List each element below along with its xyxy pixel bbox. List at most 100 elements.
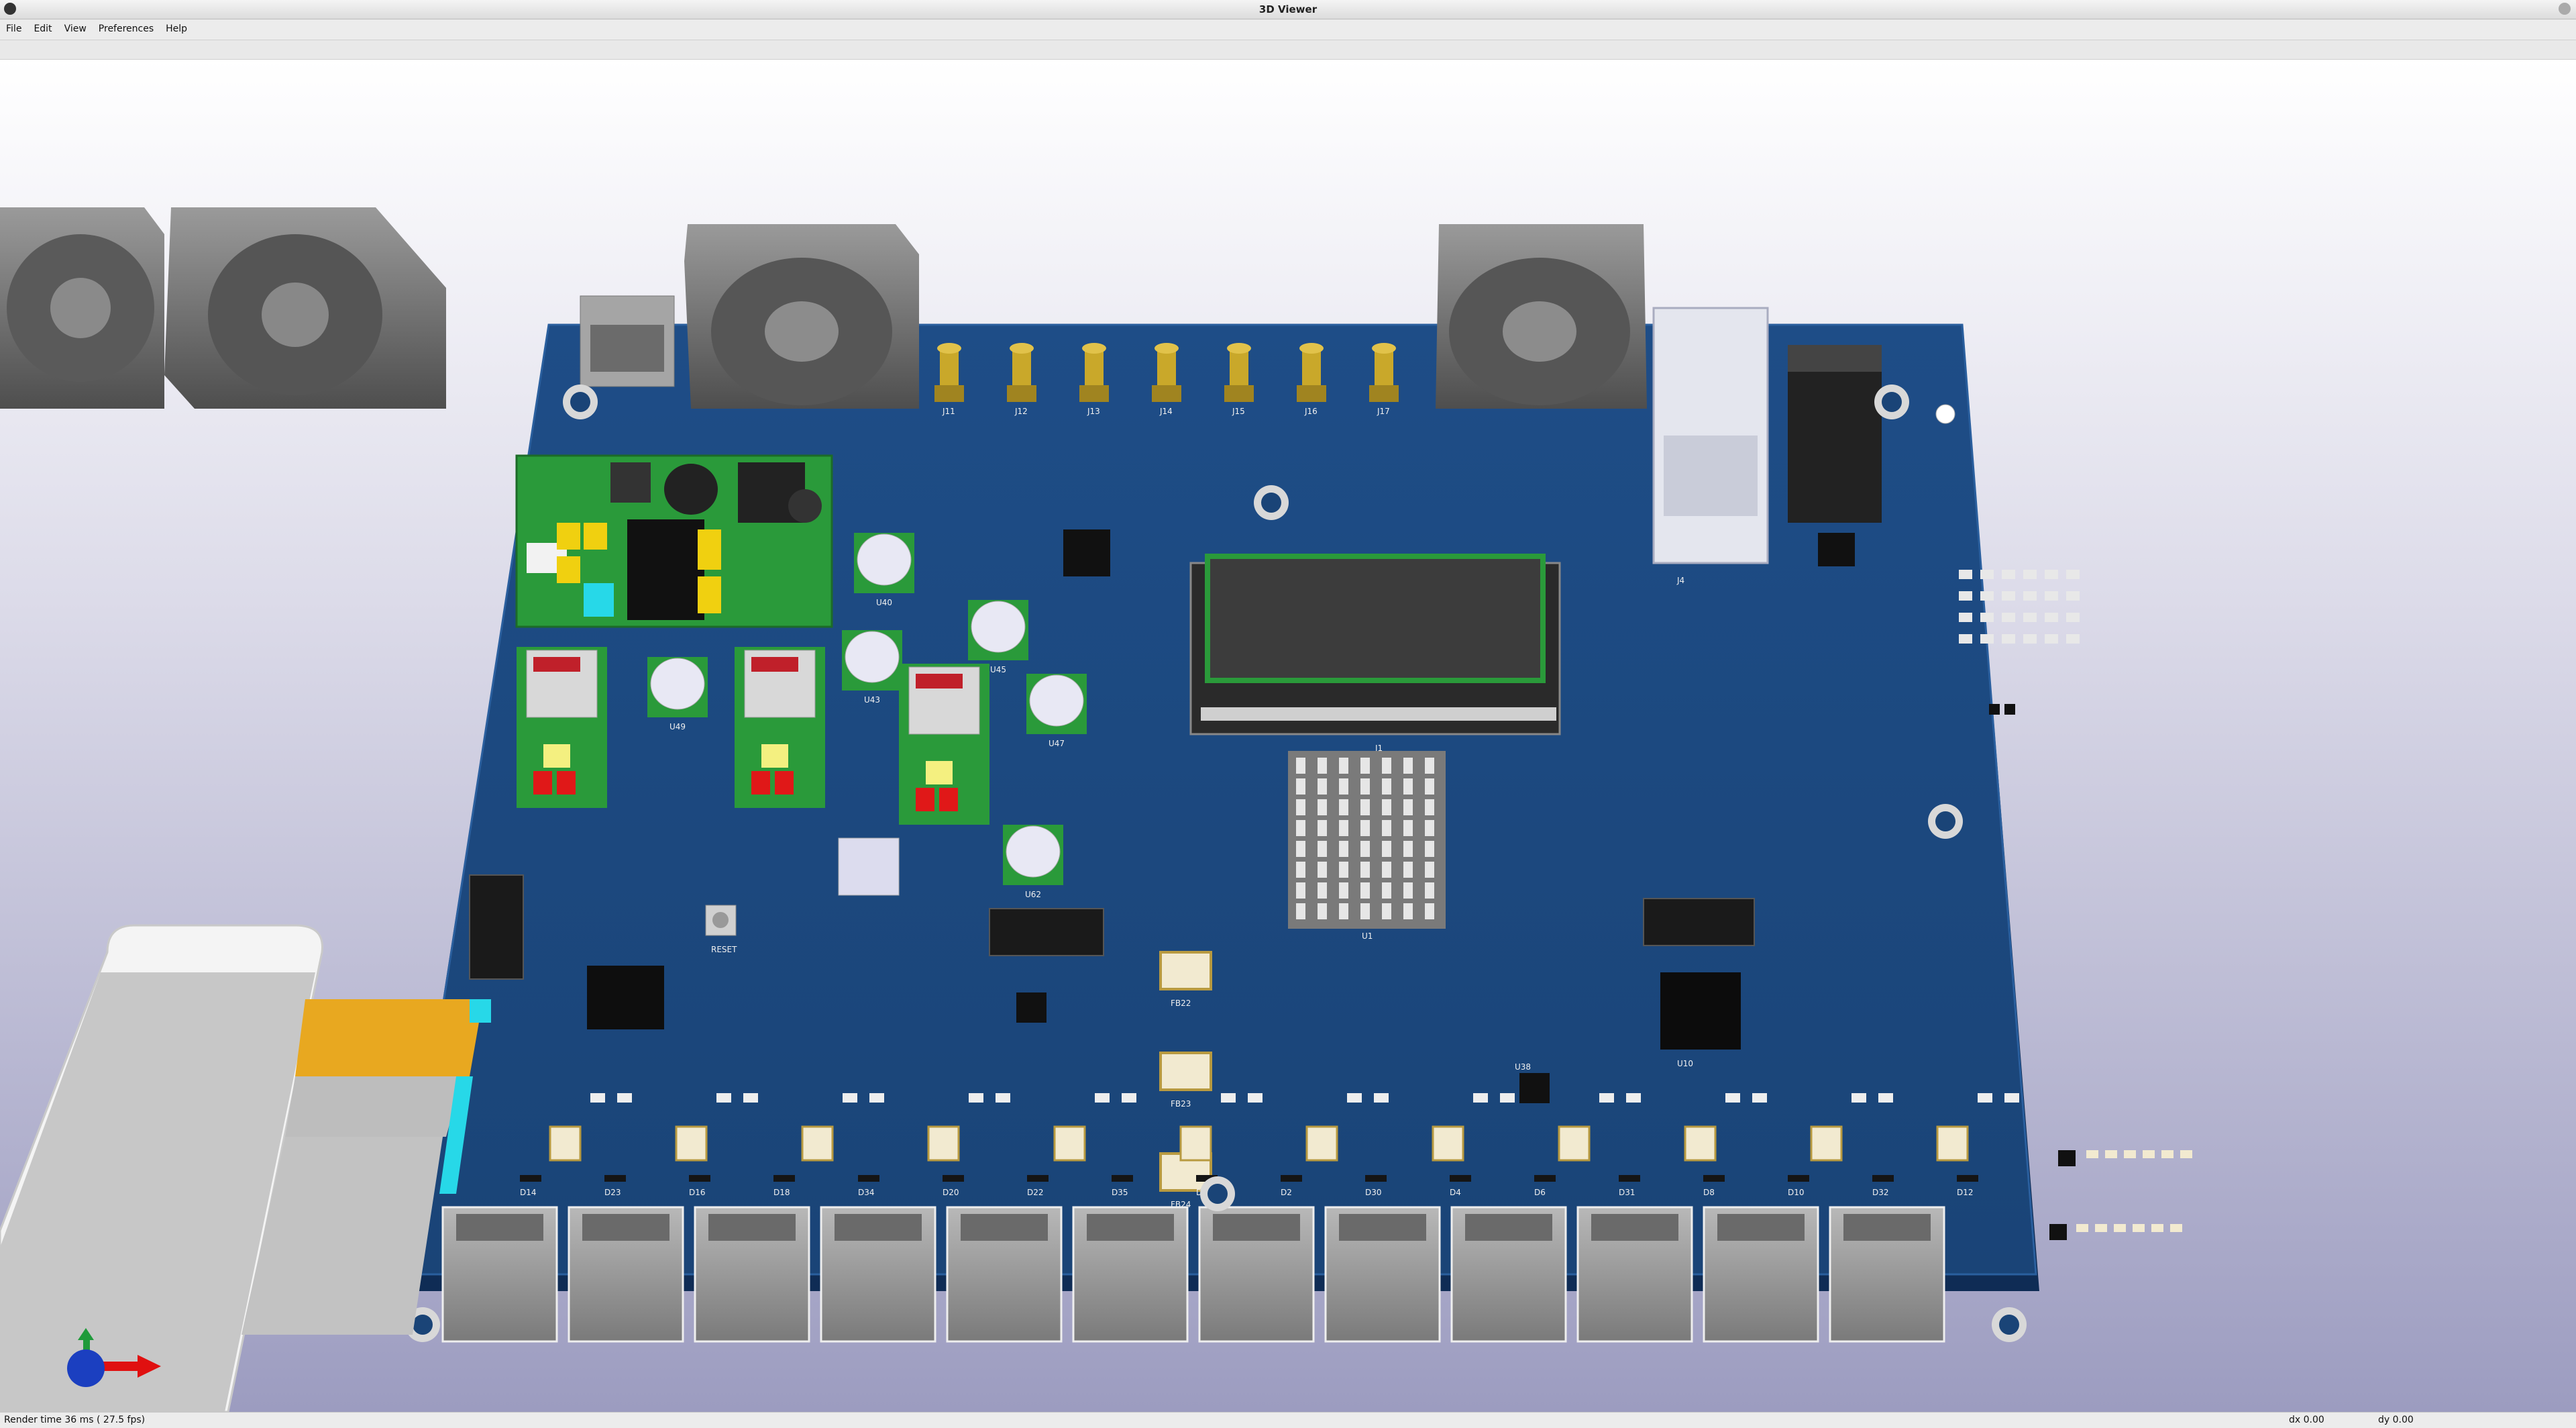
- power-module: [515, 454, 833, 628]
- sodimm-socket: J1: [1189, 554, 1561, 753]
- diode-label: D14: [520, 1188, 537, 1197]
- sma-label: J13: [1087, 407, 1100, 416]
- mounting-hole-center: [570, 392, 590, 412]
- sd-slot-opening: [1213, 1214, 1300, 1241]
- murata-logo-icon: [751, 657, 798, 672]
- diode-label: D10: [1788, 1188, 1805, 1197]
- smd-resistor: [1978, 1093, 1992, 1103]
- offboard-passive: [1959, 570, 1972, 579]
- offboard-passive: [2180, 1150, 2192, 1158]
- heatsink-fin: [1382, 799, 1391, 815]
- mounting-hole-center: [413, 1315, 433, 1335]
- reset-label: RESET: [711, 945, 737, 954]
- dy-readout: dy 0.00: [2378, 1415, 2414, 1425]
- regulator-label: U49: [669, 722, 686, 731]
- smd-resistor: [590, 1093, 605, 1103]
- menu-file[interactable]: File: [0, 19, 28, 40]
- offboard-passive: [1959, 613, 1972, 622]
- status-bar: Render time 36 ms ( 27.5 fps) dx 0.00 dy…: [0, 1412, 2576, 1428]
- menu-edit[interactable]: Edit: [28, 19, 58, 40]
- heatsink-fin: [1382, 903, 1391, 919]
- offboard-passive: [2133, 1224, 2145, 1232]
- smd-capacitor: [1305, 1125, 1338, 1162]
- heatsink-fin: [1360, 778, 1370, 795]
- offboard-passive: [2151, 1224, 2163, 1232]
- smd-capacitor: [1179, 1125, 1212, 1162]
- 3d-viewport[interactable]: J11 J12 J13 J14 J15 J16 J17 U40 U43 U45 U47 U49 U62…: [0, 60, 2576, 1412]
- sd-slot-opening: [708, 1214, 796, 1241]
- inductor-label: FB23: [1171, 1099, 1191, 1109]
- offboard-passive: [1980, 613, 1994, 622]
- offboard-passive: [2002, 634, 2015, 644]
- menu-preferences[interactable]: Preferences: [93, 19, 160, 40]
- dome-inductor: [1006, 825, 1061, 878]
- heatsink-fin: [1425, 841, 1434, 857]
- smd-capacitor: [549, 1125, 582, 1162]
- offboard-passive: [1959, 591, 1972, 601]
- heatsink-fin: [1403, 799, 1413, 815]
- offboard-passive: [2086, 1150, 2098, 1158]
- menu-view[interactable]: View: [58, 19, 93, 40]
- heatsink-fin: [1403, 841, 1413, 857]
- heatsink-fin: [1339, 820, 1348, 836]
- offboard-chip: [2049, 1224, 2067, 1240]
- smd-capacitor: [1432, 1125, 1464, 1162]
- sd-slot-opening: [456, 1214, 543, 1241]
- heatsink: U1: [1288, 751, 1446, 941]
- smd-resistor: [1122, 1093, 1136, 1103]
- murata-pad: [775, 771, 794, 795]
- heatsink-fin: [1318, 903, 1327, 919]
- smd-capacitor: [927, 1125, 960, 1162]
- diode-label: D20: [943, 1188, 959, 1197]
- close-window-icon[interactable]: [2559, 3, 2571, 15]
- window-title: 3D Viewer: [1258, 3, 1318, 15]
- sma-label: J12: [1014, 407, 1028, 416]
- murata-pad: [761, 744, 788, 768]
- heatsink-fin: [1403, 862, 1413, 878]
- offboard-passive: [2124, 1150, 2136, 1158]
- sd-slot-opening: [1843, 1214, 1931, 1241]
- heatsink-fin: [1360, 903, 1370, 919]
- sma-base: [934, 385, 964, 402]
- offboard-passive: [1980, 570, 1994, 579]
- mounting-hole-center: [1935, 811, 1955, 831]
- mounting-hole-center: [1882, 392, 1902, 412]
- heatsink-fin: [1360, 862, 1370, 878]
- fan-left-1: [0, 207, 164, 409]
- sma-cap: [1227, 343, 1251, 354]
- menu-help[interactable]: Help: [160, 19, 193, 40]
- heatsink-fin: [1296, 903, 1305, 919]
- diode-label: D30: [1365, 1188, 1382, 1197]
- murata-logo-icon: [533, 657, 580, 672]
- diode: [1365, 1175, 1387, 1182]
- smd-resistor: [1248, 1093, 1263, 1103]
- regulator-label: U62: [1025, 890, 1041, 899]
- offboard-passive: [1980, 591, 1994, 601]
- heatsink-fin: [1360, 799, 1370, 815]
- offboard-passive: [2066, 591, 2080, 601]
- smd-resistor: [996, 1093, 1010, 1103]
- sd-slot-opening: [1717, 1214, 1805, 1241]
- sd-slot-opening: [961, 1214, 1048, 1241]
- smd-resistor: [1725, 1093, 1740, 1103]
- offboard-passive: [2045, 634, 2058, 644]
- murata-pad: [916, 788, 934, 811]
- sma-label: J14: [1159, 407, 1173, 416]
- offboard-passive: [2143, 1150, 2155, 1158]
- offboard-part: [1935, 404, 1955, 424]
- heatsink-fin: [1296, 799, 1305, 815]
- diode: [1703, 1175, 1725, 1182]
- murata-modules: [517, 647, 989, 825]
- sfp-label: J4: [1676, 576, 1684, 585]
- toolbar: [0, 40, 2576, 60]
- offboard-chip: [2058, 1150, 2076, 1166]
- smd-resistor: [1851, 1093, 1866, 1103]
- heatsink-fin: [1318, 799, 1327, 815]
- smd-resistor: [1095, 1093, 1110, 1103]
- diode: [1957, 1175, 1978, 1182]
- diode: [1534, 1175, 1556, 1182]
- heatsink-fin: [1318, 841, 1327, 857]
- smd-capacitor: [1053, 1125, 1086, 1162]
- power-connector: [580, 295, 675, 387]
- sma-cap: [1082, 343, 1106, 354]
